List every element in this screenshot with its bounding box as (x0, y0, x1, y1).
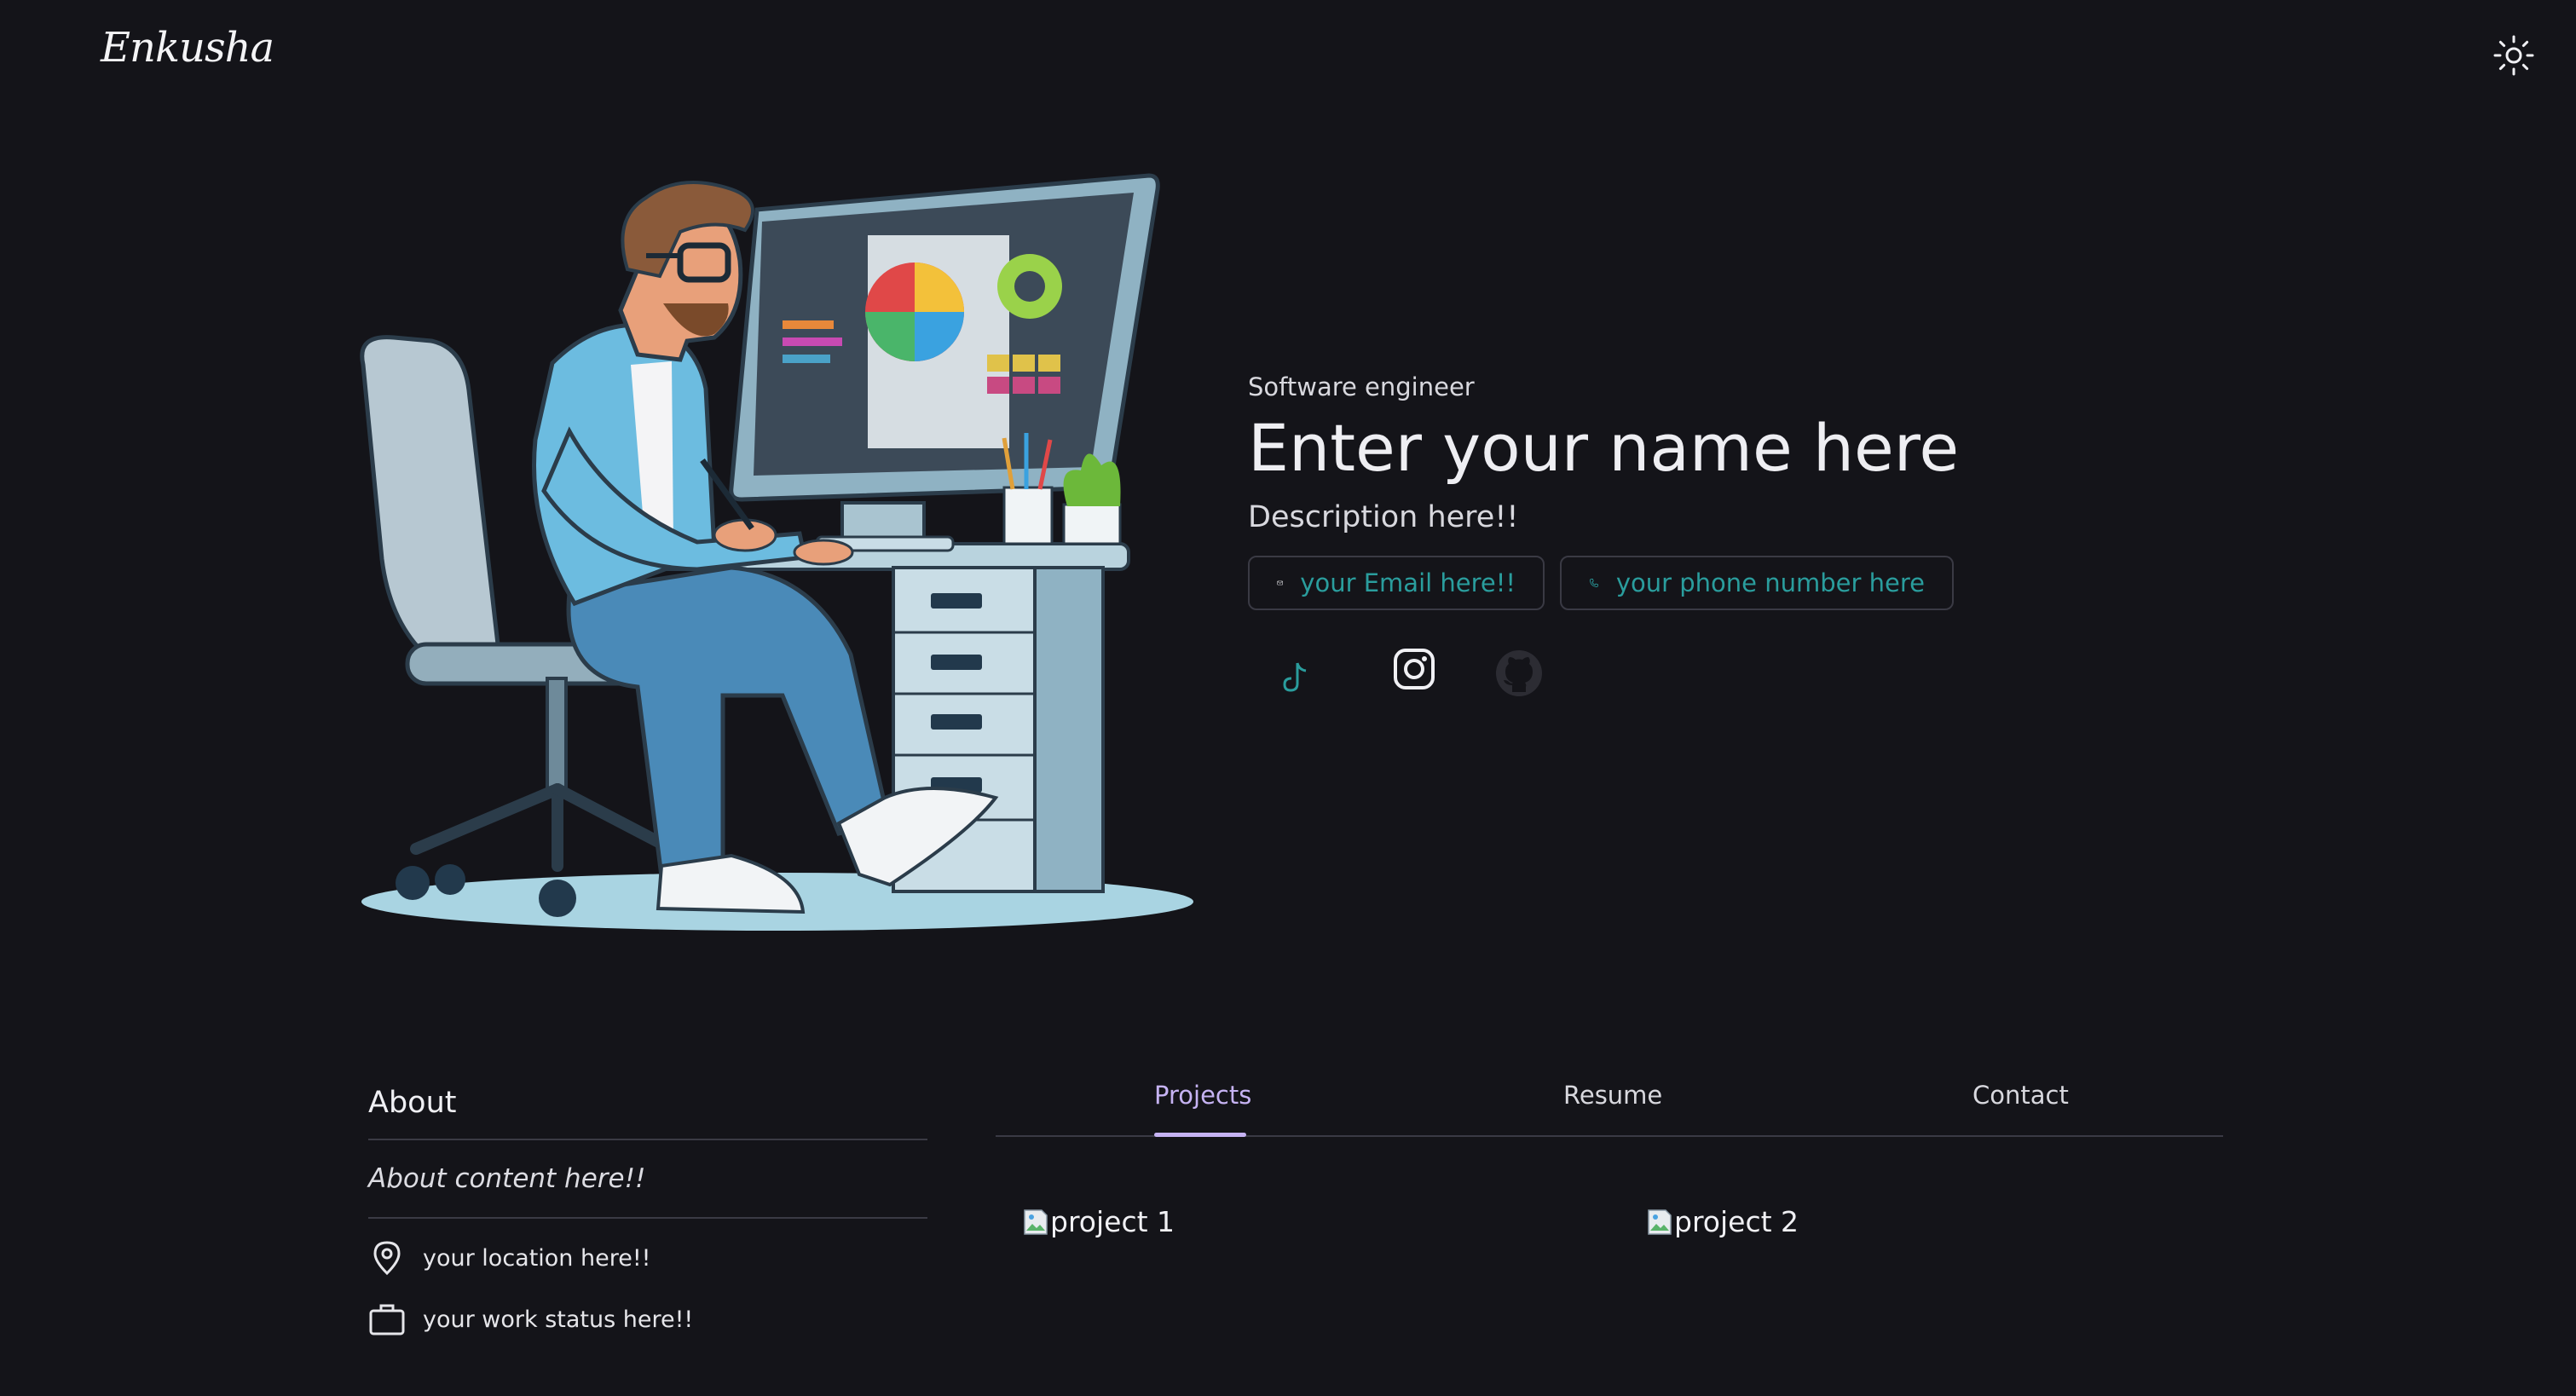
social-links (1248, 626, 1589, 697)
divider (368, 1217, 927, 1219)
description-text: Description here!! (1248, 500, 1519, 534)
work-status-item: your work status here!! (368, 1289, 927, 1350)
name-heading: Enter your name here (1248, 410, 1960, 486)
tab-projects[interactable]: Projects (1154, 1081, 1251, 1110)
tiktok-icon[interactable] (1279, 660, 1313, 697)
email-label: your Email here!! (1300, 568, 1516, 597)
hero-intro: Software engineer Enter your name here D… (1248, 370, 1960, 696)
active-tab-indicator (1154, 1133, 1246, 1137)
role-text: Software engineer (1248, 372, 1475, 401)
broken-image-icon (1648, 1209, 1672, 1235)
about-heading: About (368, 1086, 457, 1120)
location-text: your location here!! (423, 1244, 651, 1272)
project-card[interactable]: project 2 (1647, 1205, 1799, 1238)
instagram-icon[interactable] (1393, 648, 1435, 690)
site-logo[interactable]: Enkusha (101, 24, 274, 72)
phone-label: your phone number here (1615, 568, 1925, 597)
project-title: project 2 (1674, 1205, 1799, 1238)
contact-buttons: your Email here!! your phone number here (1248, 556, 1954, 610)
tab-contact[interactable]: Contact (1972, 1081, 2069, 1110)
sun-icon (2493, 35, 2534, 76)
location-item: your location here!! (368, 1227, 927, 1289)
project-title: project 1 (1050, 1205, 1175, 1238)
briefcase-icon (369, 1304, 405, 1335)
phone-icon (1589, 579, 1598, 587)
mail-icon (1277, 580, 1283, 586)
work-status-text: your work status here!! (423, 1306, 694, 1333)
developer-illustration (360, 173, 1193, 931)
github-icon[interactable] (1495, 649, 1543, 697)
theme-toggle-button[interactable] (2492, 34, 2535, 77)
map-pin-icon (373, 1241, 401, 1276)
tab-resume[interactable]: Resume (1563, 1081, 1662, 1110)
phone-button[interactable]: your phone number here (1560, 556, 1954, 610)
section-tabs: Projects Resume Contact (996, 1069, 2223, 1137)
logo-text: Enkusha (101, 24, 274, 72)
project-card[interactable]: project 1 (1023, 1205, 1175, 1238)
broken-image-icon (1024, 1209, 1048, 1235)
about-content: About content here!! (368, 1163, 646, 1194)
about-section: About About content here!! your location… (368, 1077, 927, 1350)
email-button[interactable]: your Email here!! (1248, 556, 1545, 610)
